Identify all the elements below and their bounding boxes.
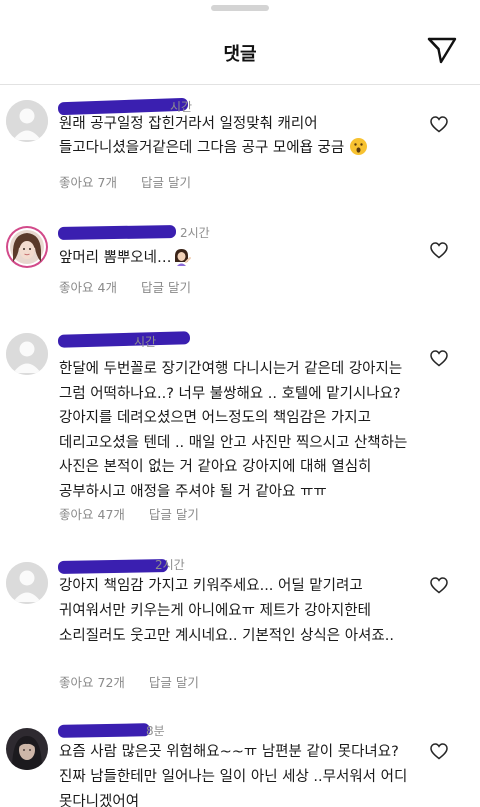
likes-label[interactable]: 좋아요 <box>59 277 94 296</box>
likes-count[interactable]: 72개 <box>98 672 125 691</box>
default-avatar-icon <box>6 100 48 142</box>
reply-button[interactable]: 답글 달기 <box>149 672 199 691</box>
comment-time: 8분 <box>146 724 165 738</box>
comment-time: 시간 <box>134 335 157 349</box>
avatar[interactable] <box>6 728 48 770</box>
reply-button[interactable]: 답글 달기 <box>141 172 191 191</box>
profile-photo <box>6 728 48 770</box>
username-redacted[interactable] <box>57 224 177 241</box>
comment-text-body: 앞머리 뽐뿌오네… <box>59 250 172 266</box>
comment-text: 앞머리 뽐뿌오네… <box>59 246 419 270</box>
default-avatar-icon <box>6 562 48 604</box>
comment-actions: 좋아요 72개 답글 달기 <box>59 672 199 691</box>
comment-actions: 좋아요 4개 답글 달기 <box>59 277 191 296</box>
comment-actions: 좋아요 7개 답글 달기 <box>59 172 191 191</box>
comment-text: 원래 공구일정 잡힌거라서 일정맞춰 캐리어 들고다니셨을거같은데 그다음 공구… <box>59 112 419 160</box>
username-redacted[interactable] <box>57 559 169 574</box>
header-divider <box>0 84 480 85</box>
heart-outline-icon[interactable] <box>430 350 448 367</box>
comments-screen: 댓글 시간 원래 공구일정 잡힌거라서 일정맞춰 캐리어 들고다니셨을거같은데 … <box>0 0 480 807</box>
comments-header: 댓글 <box>0 0 480 88</box>
likes-count[interactable]: 7개 <box>98 172 117 191</box>
likes-label[interactable]: 좋아요 <box>59 504 94 523</box>
avatar[interactable] <box>6 333 48 375</box>
reply-button[interactable]: 답글 달기 <box>141 277 191 296</box>
heart-outline-icon[interactable] <box>430 577 448 594</box>
heart-outline-icon[interactable] <box>430 743 448 760</box>
comment-text-body: 원래 공구일정 잡힌거라서 일정맞춰 캐리어 들고다니셨을거같은데 그다음 공구… <box>59 116 345 156</box>
comment-time: 2시간 <box>180 226 210 240</box>
profile-photo <box>8 228 46 266</box>
avatar[interactable] <box>6 100 48 142</box>
paper-plane-icon[interactable] <box>426 36 458 64</box>
heart-outline-icon[interactable] <box>430 242 448 259</box>
astonished-face-icon <box>349 137 368 156</box>
likes-label[interactable]: 좋아요 <box>59 672 94 691</box>
comment-text: 강아지 책임감 가지고 키워주세요... 어딜 맡기려고 귀여워서만 키우는게 … <box>59 578 394 644</box>
likes-label[interactable]: 좋아요 <box>59 172 94 191</box>
reply-button[interactable]: 답글 달기 <box>149 504 199 523</box>
default-avatar-icon <box>6 333 48 375</box>
comment-actions: 좋아요 47개 답글 달기 <box>59 504 199 523</box>
comment-text: 한달에 두번꼴로 장기간여행 다니시는거 같은데 강아지는 그럼 어떡하나요..… <box>59 361 408 500</box>
person-tipping-hand-icon <box>172 247 191 266</box>
likes-count[interactable]: 47개 <box>98 504 125 523</box>
page-title: 댓글 <box>223 44 257 65</box>
heart-outline-icon[interactable] <box>430 116 448 133</box>
avatar[interactable] <box>6 226 48 268</box>
username-redacted[interactable] <box>57 331 191 348</box>
comment-text: 요즘 사람 많은곳 위험해요~~ㅠ 남편분 같이 못다녀요? 진짜 남들한테만 … <box>59 744 408 807</box>
likes-count[interactable]: 4개 <box>98 277 117 296</box>
avatar[interactable] <box>6 562 48 604</box>
comment-time: 2시간 <box>155 558 185 572</box>
username-redacted[interactable] <box>57 723 151 738</box>
